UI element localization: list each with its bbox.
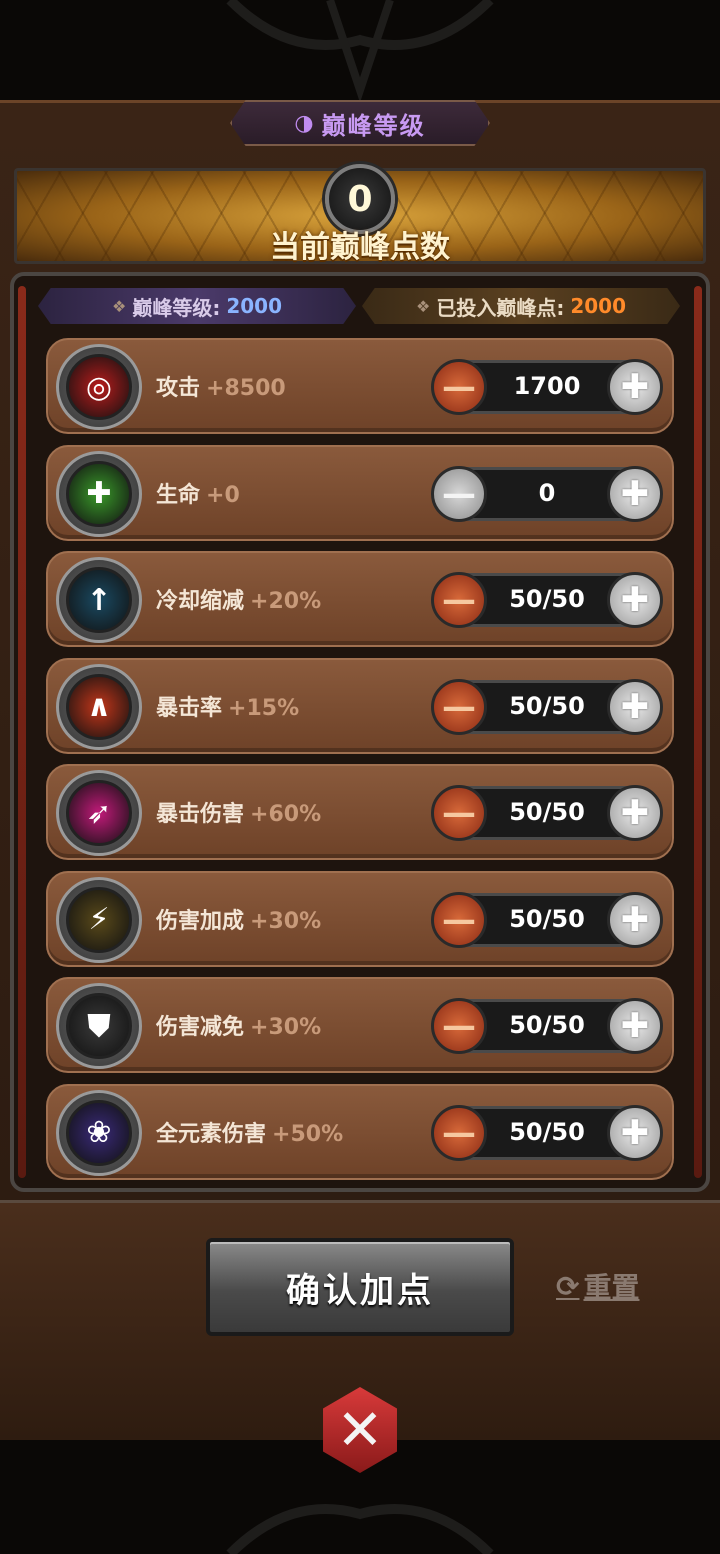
reset-button[interactable]: ⟳ 重置 (556, 1266, 639, 1306)
crit-damage-arrow-icon: ➶ (66, 780, 132, 846)
increase-button[interactable]: ✚ (607, 891, 663, 948)
peak-level-icon: ◑ (294, 110, 314, 136)
stat-bonus: +30% (250, 908, 322, 934)
stat-row: ↑ 冷却缩减 +20% — 50/50 ✚ (46, 551, 674, 647)
stat-row: ⚡ 伤害加成 +30% — 50/50 ✚ (46, 870, 674, 967)
current-points-label: 当前巅峰点数 (270, 230, 450, 265)
stat-stepper: — 50/50 ✚ (431, 572, 663, 628)
health-cross-icon: ✚ (66, 460, 132, 527)
decrease-button[interactable]: — (431, 785, 487, 841)
stat-name: 攻击 (156, 376, 201, 401)
stat-bonus: +0 (206, 482, 240, 508)
stat-icon-ring: ✚ (56, 450, 142, 537)
increase-button[interactable]: ✚ (607, 785, 663, 841)
stat-stepper: — 50/50 ✚ (431, 891, 663, 948)
reset-label: 重置 (583, 1271, 640, 1304)
stat-allocated-value: 0 (538, 478, 556, 507)
stat-name: 伤害减免 (156, 1015, 245, 1040)
stat-bonus: +60% (250, 802, 322, 827)
invested-points-summary: ❖ 已投入巅峰点: 2000 (362, 288, 680, 324)
increase-button[interactable]: ✚ (607, 998, 663, 1054)
stat-bonus: +20% (250, 589, 322, 614)
stat-icon-ring: ❀ (56, 1089, 142, 1176)
increase-button[interactable]: ✚ (607, 359, 663, 415)
stat-row: ➶ 暴击伤害 +60% — 50/50 ✚ (46, 764, 674, 860)
decrease-button[interactable]: — (431, 1104, 487, 1161)
decrease-button[interactable]: — (431, 359, 487, 415)
stat-row: ∧ 暴击率 +15% — 50/50 ✚ (46, 657, 674, 754)
increase-button[interactable]: ✚ (607, 678, 663, 735)
confirm-button[interactable]: 确认加点 (206, 1238, 514, 1336)
stat-bonus: +30% (250, 1015, 322, 1040)
stat-stepper: — 50/50 ✚ (431, 998, 663, 1054)
stat-icon-ring: ⛊ (56, 983, 142, 1069)
stat-allocated-value: 50/50 (509, 798, 585, 826)
stat-name: 生命 (156, 482, 201, 508)
increase-button[interactable]: ✚ (607, 1104, 663, 1161)
shield-icon: ⛊ (66, 993, 132, 1059)
stat-name: 暴击伤害 (156, 802, 245, 827)
stat-stepper: — 50/50 ✚ (431, 785, 663, 841)
damage-bonus-lightning-icon: ⚡ (66, 886, 132, 953)
stat-allocated-value: 50/50 (509, 904, 585, 933)
peak-level-value: 2000 (226, 294, 282, 318)
attack-target-icon: ◎ (66, 354, 132, 420)
stat-name: 伤害加成 (156, 908, 245, 934)
peak-level-summary: ❖ 巅峰等级: 2000 (38, 288, 356, 324)
stat-allocated-value: 50/50 (509, 1117, 585, 1146)
invested-points-label: 已投入巅峰点: (436, 295, 565, 320)
stat-icon-ring: ◎ (56, 344, 142, 430)
decrease-button[interactable]: — (431, 998, 487, 1054)
stat-allocated-value: 1700 (513, 372, 581, 400)
stat-stepper: — 50/50 ✚ (431, 678, 663, 735)
stat-icon-ring: ⚡ (56, 876, 142, 963)
element-swirl-icon: ❀ (66, 1099, 132, 1166)
page-title: 巅峰等级 (321, 111, 426, 140)
stat-stepper: — 50/50 ✚ (431, 1104, 663, 1161)
stat-icon-ring: ➶ (56, 770, 142, 856)
invested-points-value: 2000 (570, 294, 626, 318)
stat-stepper: — 1700 ✚ (431, 359, 663, 415)
stat-bonus: +50% (272, 1121, 344, 1147)
peak-level-label: 巅峰等级: (132, 295, 221, 320)
decrease-button[interactable]: — (431, 572, 487, 628)
diamond-icon: ❖ (415, 296, 431, 316)
close-button[interactable]: ✕ (310, 1380, 410, 1480)
stat-bonus: +15% (228, 695, 300, 721)
stat-name: 暴击率 (156, 695, 223, 721)
stat-icon-ring: ∧ (56, 663, 142, 750)
increase-button[interactable]: ✚ (607, 572, 663, 628)
refresh-icon: ⟳ (556, 1269, 580, 1303)
stat-row: ◎ 攻击 +8500 — 1700 ✚ (46, 338, 674, 434)
stat-bonus: +8500 (206, 376, 286, 401)
decrease-button[interactable]: — (431, 465, 487, 522)
stat-icon-ring: ↑ (56, 557, 142, 643)
title-ribbon: ◑ 巅峰等级 (230, 100, 490, 146)
stat-stepper: — 0 ✚ (431, 465, 663, 522)
stat-allocated-value: 50/50 (509, 691, 585, 720)
cooldown-arrow-icon: ↑ (66, 567, 132, 633)
stat-name: 全元素伤害 (156, 1121, 267, 1147)
decrease-button[interactable]: — (431, 678, 487, 735)
decrease-button[interactable]: — (431, 891, 487, 948)
top-ornament (226, 0, 494, 100)
stat-allocated-value: 50/50 (509, 585, 585, 613)
stat-allocated-value: 50/50 (509, 1011, 585, 1039)
stat-name: 冷却缩减 (156, 589, 245, 614)
stat-row: ⛊ 伤害减免 +30% — 50/50 ✚ (46, 977, 674, 1073)
increase-button[interactable]: ✚ (607, 465, 663, 522)
crit-flame-icon: ∧ (66, 673, 132, 740)
diamond-icon: ❖ (111, 296, 127, 316)
close-icon: ✕ (336, 1397, 384, 1463)
stat-row: ❀ 全元素伤害 +50% — 50/50 ✚ (46, 1083, 674, 1180)
stat-row: ✚ 生命 +0 — 0 ✚ (46, 444, 674, 541)
